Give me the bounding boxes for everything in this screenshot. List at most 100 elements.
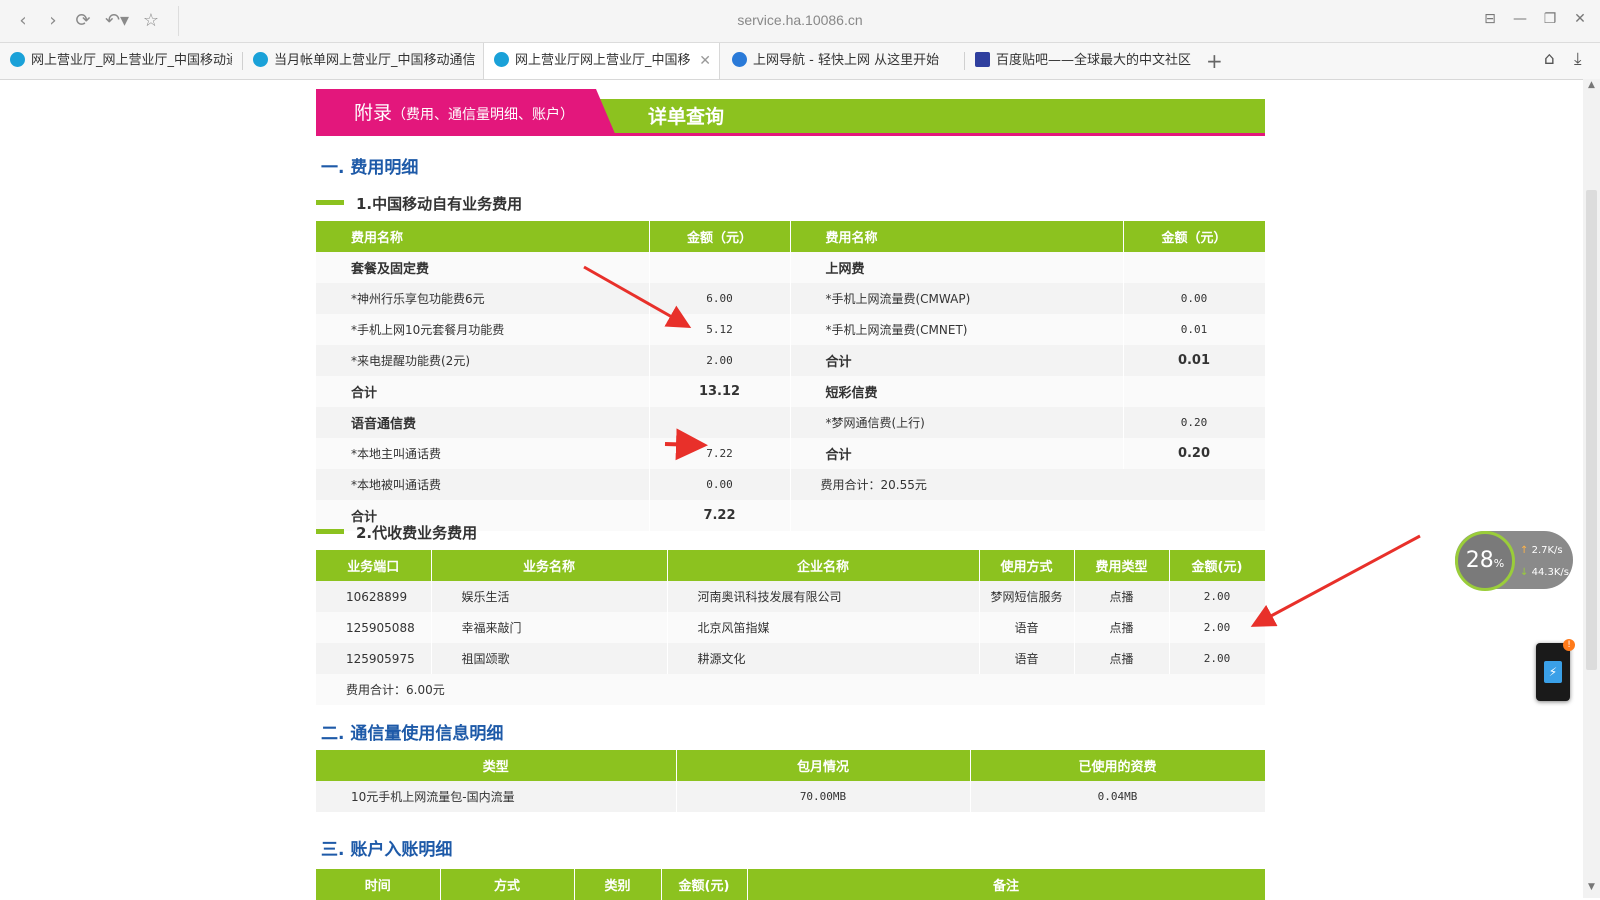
table-cell: 0.00 xyxy=(649,469,791,500)
col-header: 已使用的资费 xyxy=(970,750,1266,781)
china-mobile-icon xyxy=(253,52,268,67)
table-cell xyxy=(1123,252,1266,283)
close-tab-icon[interactable]: ✕ xyxy=(699,43,711,79)
table-row: 125905088 幸福来敲门 北京风笛指媒 语音 点播 2.00 xyxy=(316,612,1266,643)
col-header: 备注 xyxy=(747,869,1266,900)
table-cell: 点播 xyxy=(1074,612,1170,643)
table-cell: 0.20 xyxy=(1123,438,1266,469)
table-row: *神州行乐享包功能费6元 6.00 *手机上网流量费(CMWAP) 0.00 xyxy=(316,283,1266,314)
table-row: 合计 13.12 短彩信费 xyxy=(316,376,1266,407)
upload-speed: ↑ 2.7K/s xyxy=(1520,545,1563,556)
title-bar-decoration xyxy=(316,200,344,205)
table-cell: 125905088 xyxy=(316,612,432,643)
scrollbar-thumb[interactable] xyxy=(1586,190,1597,670)
table-cell: 北京风笛指媒 xyxy=(667,612,980,643)
table-cell: 合计 xyxy=(790,438,1124,469)
col-header: 金额(元) xyxy=(1169,550,1266,581)
subsection-title-text: 1.中国移动自有业务费用 xyxy=(356,195,523,213)
upload-arrow-icon: ↑ xyxy=(1520,545,1529,556)
ie-icon xyxy=(732,52,747,67)
table-cell: 70.00MB xyxy=(676,781,971,812)
table-cell: 0.01 xyxy=(1123,314,1266,345)
table-cell: 5.12 xyxy=(649,314,791,345)
table-row: 10元手机上网流量包-国内流量 70.00MB 0.04MB xyxy=(316,781,1266,812)
banner-appendix: 附录（费用、通信量明细、账户） xyxy=(316,89,616,136)
table-cell: 7.22 xyxy=(649,438,791,469)
table-cell: 10元手机上网流量包-国内流量 xyxy=(316,781,677,812)
tab-2[interactable]: 当月帐单网上营业厅_中国移动通信 xyxy=(243,43,475,79)
china-mobile-icon xyxy=(10,52,25,67)
tab-4[interactable]: 上网导航 - 轻快上网 从这里开始 xyxy=(722,43,954,79)
subsection-title-collection-fees: 2.代收费业务费用 xyxy=(316,522,477,543)
table-row: 套餐及固定费 上网费 xyxy=(316,252,1266,283)
table-cell: 2.00 xyxy=(1169,581,1266,612)
col-header: 金额（元） xyxy=(1123,221,1266,252)
address-bar[interactable]: service.ha.10086.cn xyxy=(0,12,1600,28)
tab-5[interactable]: 百度贴吧——全球最大的中文社区 xyxy=(965,43,1197,79)
table-cell: 2.00 xyxy=(1169,643,1266,674)
minimize-icon[interactable]: — xyxy=(1510,11,1530,27)
banner-title: 详单查询 xyxy=(648,106,725,128)
baidu-paw-icon xyxy=(975,52,990,67)
col-header: 使用方式 xyxy=(979,550,1075,581)
col-header: 企业名称 xyxy=(667,550,980,581)
table-cell: *手机上网10元套餐月功能费 xyxy=(316,314,650,345)
table-cell: 祖国颂歌 xyxy=(431,643,668,674)
table-row: *来电提醒功能费(2元) 2.00 合计 0.01 xyxy=(316,345,1266,376)
table-cell: *神州行乐享包功能费6元 xyxy=(316,283,650,314)
table-cell: 上网费 xyxy=(790,252,1124,283)
tab-3-active[interactable]: 网上营业厅网上营业厅_中国移 ✕ xyxy=(483,43,720,79)
table-row: *手机上网10元套餐月功能费 5.12 *手机上网流量费(CMNET) 0.01 xyxy=(316,314,1266,345)
scroll-up-icon[interactable]: ▲ xyxy=(1583,80,1600,94)
menu-icon[interactable]: ⊟ xyxy=(1480,11,1500,27)
usage-percent: 28 xyxy=(1465,548,1494,573)
col-header: 费用名称 xyxy=(790,221,1124,252)
table-cell: 梦网短信服务 xyxy=(979,581,1075,612)
subsection-title-own-fees: 1.中国移动自有业务费用 xyxy=(316,193,522,214)
scroll-down-icon[interactable]: ▼ xyxy=(1583,882,1600,896)
download-speed-value: 44.3 xyxy=(1531,567,1554,578)
tab-label: 网上营业厅网上营业厅_中国移 xyxy=(515,53,691,68)
tab-label: 当月帐单网上营业厅_中国移动通信 xyxy=(274,53,475,68)
table-cell: 语音 xyxy=(979,612,1075,643)
table-cell: 娱乐生活 xyxy=(431,581,668,612)
upload-speed-value: 2.7 xyxy=(1531,545,1548,556)
col-header: 费用类型 xyxy=(1074,550,1170,581)
table-cell: *本地主叫通话费 xyxy=(316,438,650,469)
table-row: 语音通信费 *梦网通信费(上行) 0.20 xyxy=(316,407,1266,438)
own-fees-table: 费用名称 金额（元） 费用名称 金额（元） 套餐及固定费 上网费 *神州行乐享包… xyxy=(316,221,1266,531)
new-tab-button[interactable]: + xyxy=(1206,43,1223,79)
section-title-usage: 二. 通信量使用信息明细 xyxy=(321,724,504,744)
usage-table: 类型 包月情况 已使用的资费 10元手机上网流量包-国内流量 70.00MB 0… xyxy=(316,750,1266,812)
table-cell: 合计 xyxy=(790,345,1124,376)
table-row: 10628899 娱乐生活 河南奥讯科技发展有限公司 梦网短信服务 点播 2.0… xyxy=(316,581,1266,612)
table-cell: 0.01 xyxy=(1123,345,1266,376)
usage-percent-unit: % xyxy=(1493,557,1505,570)
col-header: 包月情况 xyxy=(676,750,971,781)
table-cell: 语音通信费 xyxy=(316,407,650,438)
close-window-icon[interactable]: ✕ xyxy=(1570,11,1590,27)
own-fees-total: 费用合计：20.55元 xyxy=(790,469,1266,500)
memory-usage-circle[interactable]: 28% xyxy=(1455,531,1515,591)
section-title-account: 三. 账户入账明细 xyxy=(321,840,453,860)
table-cell xyxy=(649,252,791,283)
col-header: 业务端口 xyxy=(316,550,432,581)
table-cell: *手机上网流量费(CMNET) xyxy=(790,314,1124,345)
restore-icon[interactable]: ❐ xyxy=(1540,11,1560,27)
table-cell: 套餐及固定费 xyxy=(316,252,650,283)
download-arrow-icon: ↓ xyxy=(1520,567,1529,578)
table-cell: 点播 xyxy=(1074,643,1170,674)
download-icon[interactable]: ⤓ xyxy=(1574,49,1582,69)
tab-1[interactable]: 网上营业厅_网上营业厅_中国移动通 xyxy=(0,43,232,79)
banner-appendix-title: 附录 xyxy=(354,102,393,124)
table-row: *本地主叫通话费 7.22 合计 0.20 xyxy=(316,438,1266,469)
home-icon[interactable]: ⌂ xyxy=(1544,49,1555,69)
phone-assistant-widget[interactable]: ⚡ ! xyxy=(1536,639,1575,701)
tab-bar: 网上营业厅_网上营业厅_中国移动通 当月帐单网上营业厅_中国移动通信 网上营业厅… xyxy=(0,43,1600,80)
upload-speed-unit: K/s xyxy=(1547,545,1563,556)
table-cell xyxy=(649,407,791,438)
table-cell: 0.04MB xyxy=(970,781,1266,812)
table-cell: 6.00 xyxy=(649,283,791,314)
banner-appendix-subtitle: （费用、通信量明细、账户） xyxy=(392,107,575,123)
table-cell: 点播 xyxy=(1074,581,1170,612)
